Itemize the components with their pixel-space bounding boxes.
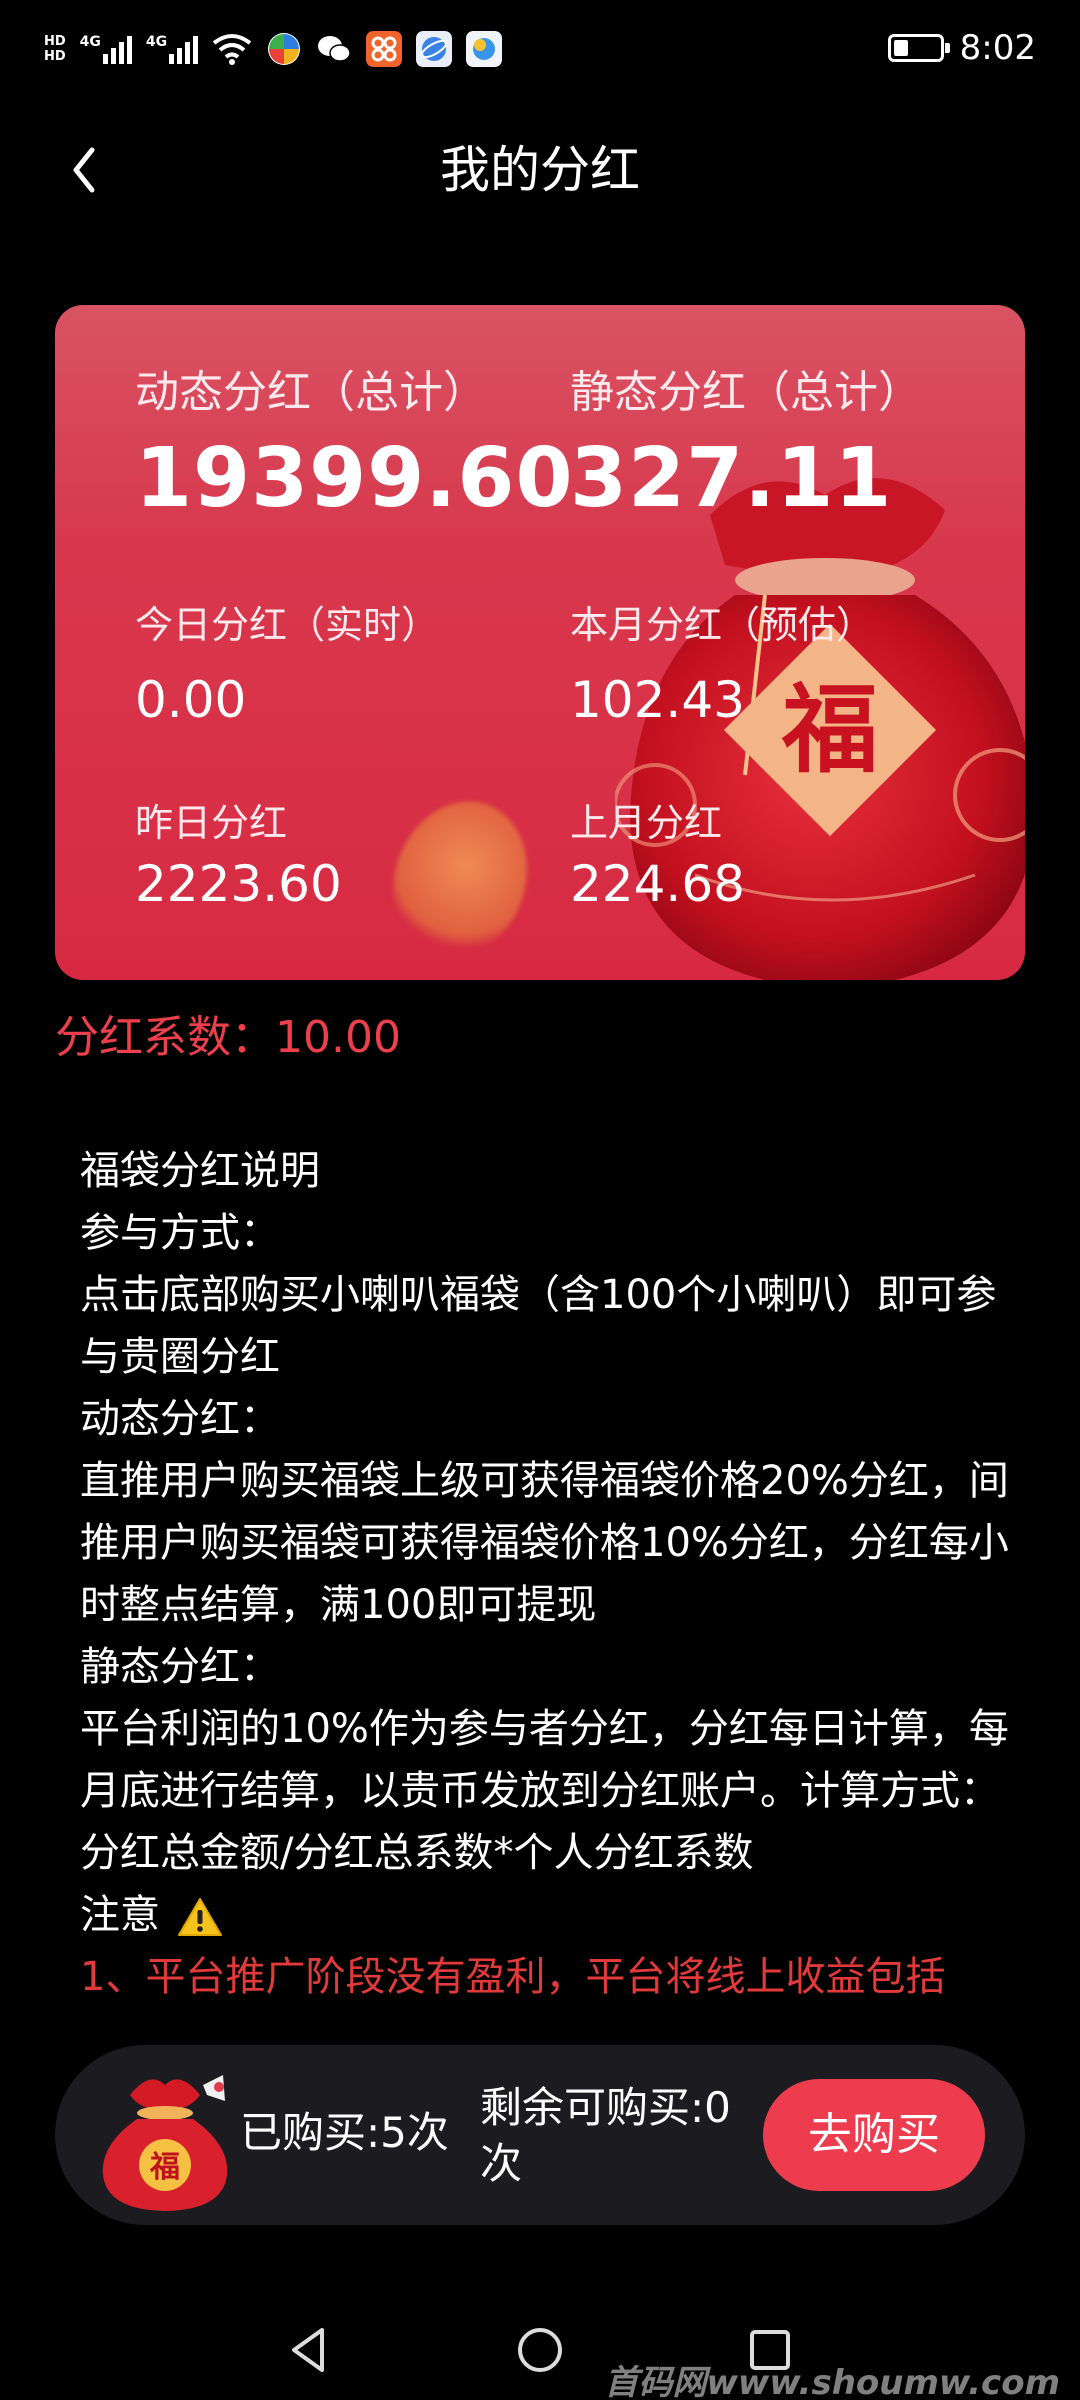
wechat-icon — [318, 36, 351, 62]
app-pinwheel-icon — [268, 33, 301, 65]
note-line: 注意 — [80, 1884, 1020, 1946]
join-text: 点击底部购买小喇叭福袋（含100个小喇叭）即可参与贵圈分红 — [80, 1272, 997, 1380]
description-title: 福袋分红说明 — [80, 1148, 320, 1194]
bought-count: 已购买:5次 — [240, 2108, 449, 2157]
network-1: 4G — [80, 34, 132, 64]
dynamic-dividend-value: 19399.60 — [135, 431, 574, 526]
mini-bag-fu-char: 福 — [149, 2150, 180, 2185]
note-heading: 注意 — [80, 1892, 160, 1938]
today-dividend: 今日分红（实时） 0.00 — [135, 597, 439, 733]
month-dividend: 本月分红（预估） 102.43 — [570, 597, 874, 733]
dynamic-text: 直推用户购买福袋上级可获得福袋价格20%分红，间推用户购买福袋可获得福袋价格10… — [80, 1458, 1009, 1628]
browser-icon — [416, 31, 453, 67]
signal-icon — [102, 34, 132, 64]
watermark: 首码网www.shoumw.com — [604, 2363, 1061, 2400]
dividend-summary-card: 福 动态分红（总计） 19399.60 静态分红（总计） 327.11 今日分红… — [55, 305, 1025, 980]
back-triangle-icon[interactable] — [280, 2320, 340, 2380]
signal-icon — [169, 34, 199, 64]
today-dividend-label: 今日分红（实时） — [135, 603, 440, 647]
static-dividend-value: 327.11 — [570, 431, 893, 526]
app-sun-icon — [466, 31, 503, 67]
status-left: HD HD 4G 4G — [44, 24, 503, 74]
dynamic-dividend: 动态分红（总计） 19399.60 — [135, 365, 574, 529]
last-month-dividend: 上月分红 224.68 — [570, 795, 745, 917]
yesterday-dividend-value: 2223.60 — [135, 855, 342, 913]
status-bar: HD HD 4G 4G 8:02 — [0, 0, 1080, 100]
static-text: 平台利润的10%作为参与者分红，分红每日计算，每月底进行结算，以贵币发放到分红账… — [80, 1706, 1009, 1876]
dividend-description: 福袋分红说明 参与方式： 点击底部购买小喇叭福袋（含100个小喇叭）即可参与贵圈… — [80, 1140, 1020, 2008]
lucky-bag-icon: 福 — [102, 2075, 228, 2211]
page-title: 我的分红 — [440, 141, 640, 199]
static-dividend-label: 静态分红（总计） — [570, 367, 922, 418]
remaining-count: 剩余可购买:0次 — [480, 2083, 731, 2188]
yesterday-dividend: 昨日分红 2223.60 — [135, 795, 342, 917]
warning-icon — [177, 1898, 222, 1936]
app-orange-icon — [366, 31, 403, 67]
today-dividend-value: 0.00 — [135, 671, 247, 729]
status-right: 8:02 — [887, 28, 1036, 68]
yesterday-dividend-label: 昨日分红 — [135, 801, 288, 845]
static-heading: 静态分红： — [80, 1644, 280, 1690]
wifi-icon — [212, 34, 252, 65]
last-month-dividend-label: 上月分红 — [570, 801, 723, 845]
month-dividend-value: 102.43 — [570, 671, 745, 729]
purchase-bar: 福 已购买:5次 剩余可购买:0次 去购买 — [55, 2045, 1025, 2225]
go-buy-button[interactable]: 去购买 — [763, 2079, 985, 2191]
note-text: 1、平台推广阶段没有盈利，平台将线上收益包括 — [80, 1954, 946, 2000]
join-heading: 参与方式： — [80, 1210, 280, 1256]
last-month-dividend-value: 224.68 — [570, 855, 745, 913]
status-time: 8:02 — [959, 28, 1036, 68]
network-1-label: 4G — [79, 34, 101, 50]
home-circle-icon[interactable] — [510, 2320, 570, 2380]
dynamic-dividend-label: 动态分红（总计） — [135, 367, 487, 418]
coin-decoration — [371, 782, 549, 978]
battery-icon — [887, 34, 950, 62]
network-2: 4G — [145, 34, 199, 64]
dividend-coefficient: 分红系数：10.00 — [55, 1012, 401, 1063]
dynamic-heading: 动态分红： — [80, 1396, 280, 1442]
hd-top: HD — [44, 34, 66, 49]
network-2-label: 4G — [145, 34, 168, 50]
hd-bottom: HD — [44, 49, 66, 64]
static-dividend: 静态分红（总计） 327.11 — [570, 365, 922, 529]
month-dividend-label: 本月分红（预估） — [570, 603, 875, 647]
hd-indicator: HD HD — [44, 34, 66, 64]
